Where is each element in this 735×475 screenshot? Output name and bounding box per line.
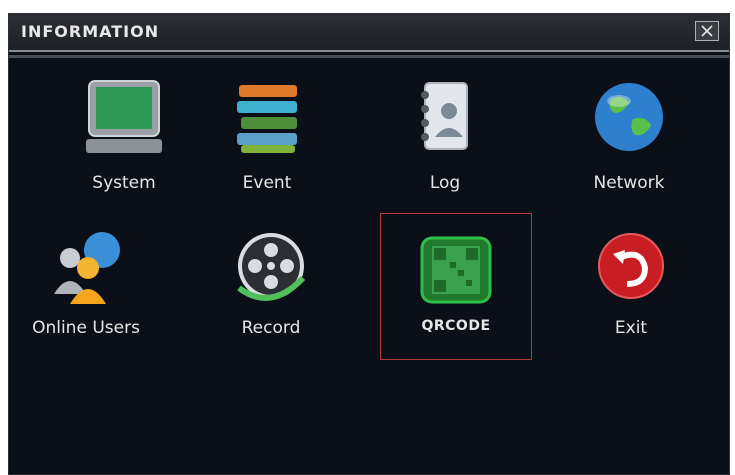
users-icon: [54, 232, 120, 304]
menu-item-record[interactable]: Record: [196, 228, 346, 368]
menu-item-log[interactable]: Log: [370, 79, 520, 219]
menu-item-exit[interactable]: Exit: [556, 228, 706, 368]
title-bar: INFORMATION: [9, 14, 729, 58]
close-icon: [701, 25, 713, 37]
globe-icon: [595, 83, 663, 151]
books-icon: [237, 85, 297, 153]
menu-label-exit: Exit: [614, 318, 648, 338]
address-book-icon: [421, 82, 468, 150]
menu-label-online-users: Online Users: [32, 318, 140, 338]
monitor-icon: [86, 80, 162, 153]
qrcode-icon: [420, 236, 492, 304]
information-window: INFORMATION System Event Log Network Onl…: [8, 13, 730, 475]
window-title: INFORMATION: [21, 22, 160, 41]
menu-item-qrcode[interactable]: QRCODE: [380, 213, 532, 360]
menu-item-online-users[interactable]: Online Users: [11, 228, 161, 368]
menu-item-event[interactable]: Event: [192, 79, 342, 219]
film-reel-icon: [237, 233, 306, 301]
menu-label-log: Log: [429, 173, 461, 193]
menu-item-network[interactable]: Network: [554, 79, 704, 219]
menu-item-system[interactable]: System: [49, 79, 199, 219]
menu-label-event: Event: [242, 173, 292, 193]
exit-icon: [598, 233, 664, 299]
menu-label-network: Network: [593, 173, 665, 193]
menu-label-record: Record: [241, 318, 301, 338]
close-button[interactable]: [695, 21, 719, 41]
menu-label-qrcode: QRCODE: [421, 318, 491, 334]
